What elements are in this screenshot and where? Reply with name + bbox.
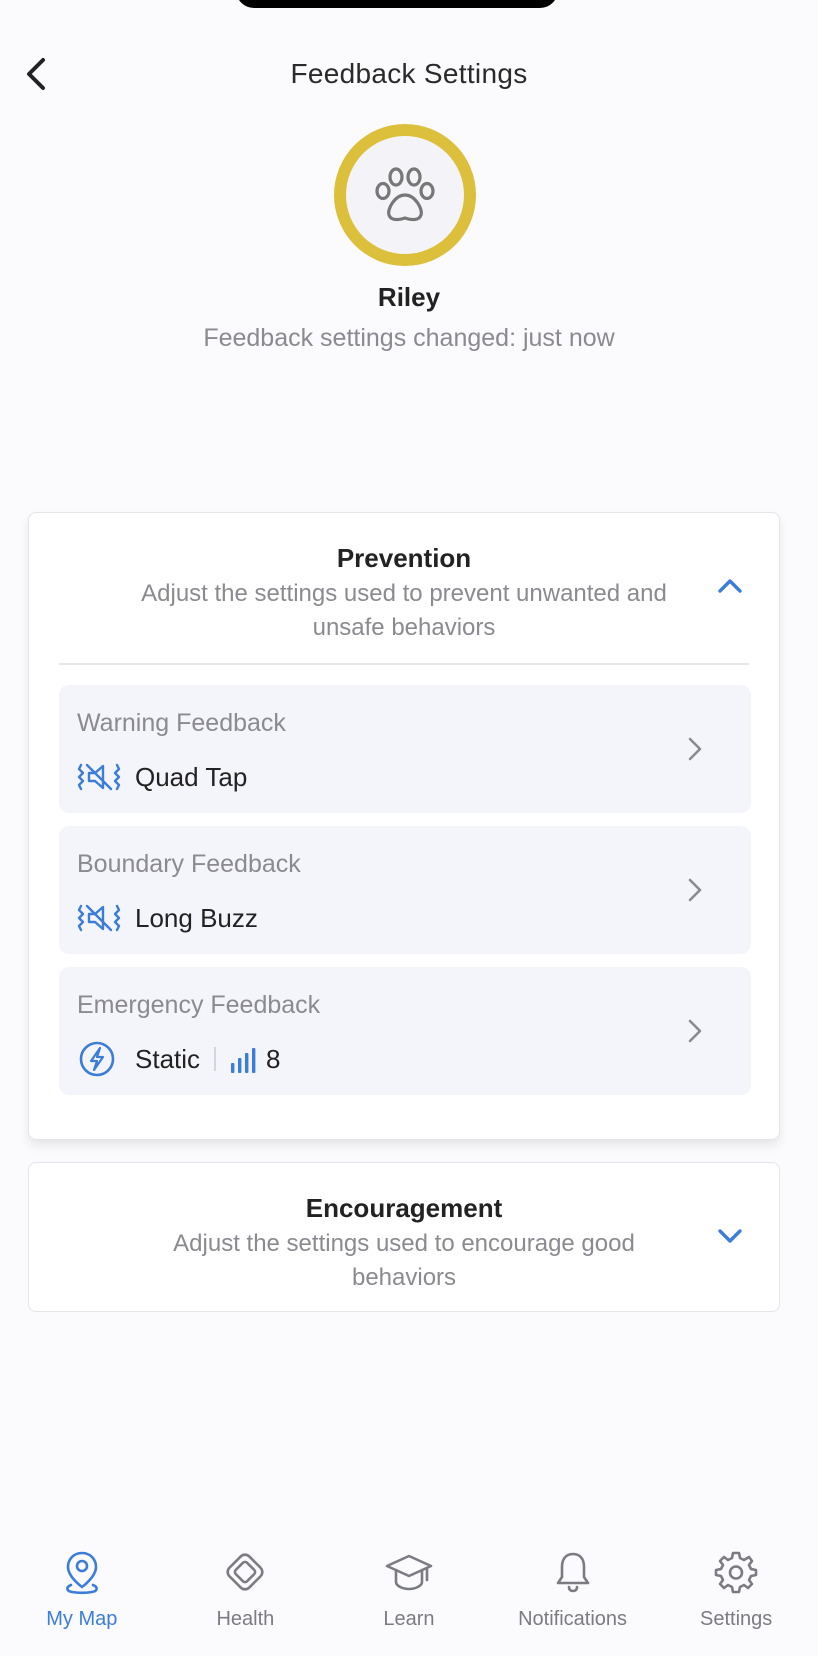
nav-my-map[interactable]: My Map bbox=[7, 1530, 157, 1656]
nav-label: Health bbox=[216, 1608, 275, 1630]
feedback-value: Long Buzz bbox=[135, 902, 258, 933]
bottom-navigation: My Map Health Learn Notifications Settin… bbox=[0, 1530, 818, 1656]
feedback-value: Quad Tap bbox=[135, 761, 248, 792]
intensity-level: 8 bbox=[266, 1043, 281, 1074]
bell-icon bbox=[549, 1548, 597, 1596]
vibration-icon bbox=[77, 759, 123, 795]
expand-toggle[interactable] bbox=[715, 1221, 745, 1251]
lightning-icon bbox=[77, 1041, 123, 1077]
health-diamond-icon bbox=[221, 1548, 269, 1596]
signal-bars-icon bbox=[230, 1045, 258, 1073]
nav-label: My Map bbox=[46, 1608, 118, 1630]
separator bbox=[214, 1047, 217, 1071]
chevron-right-icon bbox=[683, 731, 707, 767]
divider bbox=[59, 663, 749, 665]
nav-label: Learn bbox=[383, 1608, 435, 1630]
encouragement-title: Encouragement bbox=[305, 1193, 503, 1223]
gear-icon bbox=[712, 1548, 760, 1596]
boundary-feedback-item[interactable]: Boundary Feedback Long Buzz bbox=[59, 826, 751, 954]
nav-notifications[interactable]: Notifications bbox=[498, 1530, 648, 1656]
prevention-title: Prevention bbox=[336, 543, 472, 573]
encouragement-header[interactable]: Encouragement Adjust the settings used t… bbox=[29, 1163, 779, 1303]
nav-health[interactable]: Health bbox=[170, 1530, 320, 1656]
encouragement-card: Encouragement Adjust the settings used t… bbox=[28, 1162, 780, 1312]
feedback-status-text: Feedback settings changed: just now bbox=[203, 324, 615, 352]
encouragement-description: Adjust the settings used to encourage go… bbox=[173, 1230, 635, 1291]
nav-settings[interactable]: Settings bbox=[661, 1530, 811, 1656]
nav-label: Settings bbox=[700, 1608, 773, 1630]
header: Feedback Settings bbox=[0, 44, 818, 104]
graduation-cap-icon bbox=[385, 1548, 433, 1596]
paw-icon bbox=[375, 167, 435, 222]
chevron-right-icon bbox=[683, 872, 707, 908]
pet-name: Riley bbox=[377, 282, 441, 312]
vibration-icon bbox=[77, 900, 123, 936]
device-notch bbox=[236, 0, 558, 8]
map-pin-icon bbox=[58, 1548, 106, 1596]
pet-avatar[interactable] bbox=[334, 124, 476, 266]
feedback-label: Emergency Feedback bbox=[77, 991, 321, 1019]
nav-label: Notifications bbox=[518, 1608, 628, 1630]
feedback-settings-screen: Feedback Settings Riley Feedback setting… bbox=[0, 0, 818, 1656]
collapse-toggle[interactable] bbox=[715, 571, 745, 601]
chevron-up-icon bbox=[718, 579, 742, 593]
chevron-right-icon bbox=[683, 1013, 707, 1049]
feedback-label: Warning Feedback bbox=[77, 709, 286, 737]
emergency-feedback-item[interactable]: Emergency Feedback Static 8 bbox=[59, 967, 751, 1095]
prevention-card: Prevention Adjust the settings used to p… bbox=[28, 512, 780, 1140]
warning-feedback-item[interactable]: Warning Feedback Quad Tap bbox=[59, 685, 751, 813]
prevention-header[interactable]: Prevention Adjust the settings used to p… bbox=[29, 513, 779, 653]
feedback-value: Static bbox=[135, 1043, 201, 1074]
page-title: Feedback Settings bbox=[290, 58, 528, 89]
prevention-description: Adjust the settings used to prevent unwa… bbox=[141, 580, 667, 641]
nav-learn[interactable]: Learn bbox=[334, 1530, 484, 1656]
chevron-down-icon bbox=[718, 1229, 742, 1243]
feedback-label: Boundary Feedback bbox=[77, 850, 301, 878]
